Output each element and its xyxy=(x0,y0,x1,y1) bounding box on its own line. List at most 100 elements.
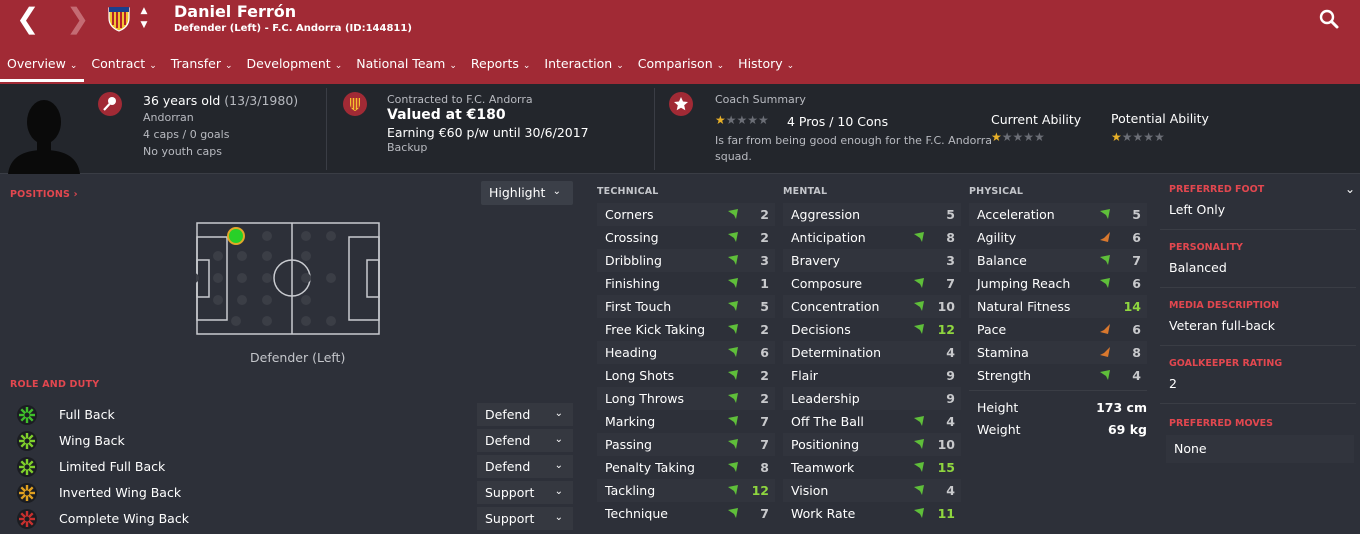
attribute-row-bravery[interactable]: Bravery 3 xyxy=(783,249,961,272)
role-row-wing-back[interactable]: Wing Back Defend ⌄ xyxy=(16,429,576,456)
duty-dropdown[interactable]: Support ⌄ xyxy=(477,481,573,504)
highlight-dropdown[interactable]: Highlight ⌄ xyxy=(481,181,573,205)
attribute-value: 4 xyxy=(946,345,955,360)
attribute-name: Off The Ball xyxy=(791,414,864,429)
attribute-name: Finishing xyxy=(605,276,660,291)
attribute-value: 4 xyxy=(1132,368,1141,383)
arrow-up-icon xyxy=(727,484,739,496)
attribute-name: Aggression xyxy=(791,207,861,222)
arrow-up-icon xyxy=(727,300,739,312)
duty-dropdown[interactable]: Defend ⌄ xyxy=(477,429,573,452)
attribute-row-tackling[interactable]: Tackling 12 xyxy=(597,479,775,502)
coach-star-icon xyxy=(669,92,693,116)
attribute-value: 2 xyxy=(760,391,769,406)
tab-development[interactable]: Development ⌄ xyxy=(240,50,350,84)
attribute-row-balance[interactable]: Balance 7 xyxy=(969,249,1147,272)
arrow-up-icon xyxy=(727,507,739,519)
attribute-row-passing[interactable]: Passing 7 xyxy=(597,433,775,456)
role-row-inverted-wing-back[interactable]: Inverted Wing Back Support ⌄ xyxy=(16,481,576,508)
attribute-row-agility[interactable]: Agility 6 xyxy=(969,226,1147,249)
attribute-row-vision[interactable]: Vision 4 xyxy=(783,479,961,502)
current-ability-stars: ★★★★★ xyxy=(991,130,1045,144)
tab-comparison[interactable]: Comparison ⌄ xyxy=(631,50,731,84)
attribute-value: 6 xyxy=(760,345,769,360)
role-row-limited-full-back[interactable]: Limited Full Back Defend ⌄ xyxy=(16,455,576,482)
tab-contract[interactable]: Contract ⌄ xyxy=(84,50,163,84)
tab-national-team[interactable]: National Team ⌄ xyxy=(349,50,464,84)
attribute-name: Natural Fitness xyxy=(977,299,1071,314)
attribute-row-corners[interactable]: Corners 2 xyxy=(597,203,775,226)
divider xyxy=(1160,403,1356,404)
arrow-down-icon xyxy=(1099,346,1111,358)
duty-dropdown[interactable]: Support ⌄ xyxy=(477,507,573,530)
no-arrow xyxy=(913,254,925,266)
attribute-row-teamwork[interactable]: Teamwork 15 xyxy=(783,456,961,479)
attribute-row-first-touch[interactable]: First Touch 5 xyxy=(597,295,775,318)
attribute-name: Marking xyxy=(605,414,656,429)
attribute-row-pace[interactable]: Pace 6 xyxy=(969,318,1147,341)
attribute-row-positioning[interactable]: Positioning 10 xyxy=(783,433,961,456)
attribute-name: Jumping Reach xyxy=(977,276,1071,291)
attribute-row-long-shots[interactable]: Long Shots 2 xyxy=(597,364,775,387)
attribute-value: 9 xyxy=(946,391,955,406)
wage-line: Earning €60 p/w until 30/6/2017 xyxy=(387,125,589,140)
arrow-up-icon xyxy=(1099,277,1111,289)
attribute-row-leadership[interactable]: Leadership 9 xyxy=(783,387,961,410)
height-row: Height 173 cm xyxy=(977,400,1147,415)
attribute-row-free-kick-taking[interactable]: Free Kick Taking 2 xyxy=(597,318,775,341)
attribute-row-determination[interactable]: Determination 4 xyxy=(783,341,961,364)
tab-reports[interactable]: Reports ⌄ xyxy=(464,50,538,84)
attribute-row-crossing[interactable]: Crossing 2 xyxy=(597,226,775,249)
attribute-row-flair[interactable]: Flair 9 xyxy=(783,364,961,387)
technical-title: TECHNICAL xyxy=(597,186,659,197)
player-switcher-icon[interactable]: ▲ ▼ xyxy=(137,4,151,34)
duty-dropdown[interactable]: Defend ⌄ xyxy=(477,455,573,478)
attribute-row-technique[interactable]: Technique 7 xyxy=(597,502,775,525)
arrow-up-icon xyxy=(727,369,739,381)
attribute-row-aggression[interactable]: Aggression 5 xyxy=(783,203,961,226)
attribute-value: 4 xyxy=(946,483,955,498)
attribute-name: Flair xyxy=(791,368,818,383)
back-arrow-icon[interactable]: ❮ xyxy=(16,5,44,34)
role-row-full-back[interactable]: Full Back Defend ⌄ xyxy=(16,403,576,430)
attribute-row-dribbling[interactable]: Dribbling 3 xyxy=(597,249,775,272)
role-row-complete-wing-back[interactable]: Complete Wing Back Support ⌄ xyxy=(16,507,576,534)
chevron-down-icon[interactable]: ⌄ xyxy=(1345,182,1355,196)
attribute-row-heading[interactable]: Heading 6 xyxy=(597,341,775,364)
attribute-row-stamina[interactable]: Stamina 8 xyxy=(969,341,1147,364)
duty-dropdown[interactable]: Defend ⌄ xyxy=(477,403,573,426)
attribute-row-marking[interactable]: Marking 7 xyxy=(597,410,775,433)
club-crest-icon[interactable] xyxy=(107,6,131,32)
personality-value: Balanced xyxy=(1169,260,1227,275)
attribute-value: 3 xyxy=(760,253,769,268)
tab-overview[interactable]: Overview ⌄ xyxy=(0,50,85,84)
arrow-up-icon xyxy=(727,392,739,404)
tab-history[interactable]: History ⌄ xyxy=(731,50,801,84)
forward-arrow-icon[interactable]: ❯ xyxy=(66,5,89,34)
attribute-row-jumping-reach[interactable]: Jumping Reach 6 xyxy=(969,272,1147,295)
attribute-value: 7 xyxy=(1132,253,1141,268)
search-icon[interactable] xyxy=(1318,8,1340,30)
preferred-moves-value: None xyxy=(1174,441,1207,456)
attribute-row-finishing[interactable]: Finishing 1 xyxy=(597,272,775,295)
arrow-up-icon xyxy=(913,300,925,312)
attribute-row-acceleration[interactable]: Acceleration 5 xyxy=(969,203,1147,226)
attribute-row-penalty-taking[interactable]: Penalty Taking 8 xyxy=(597,456,775,479)
positions-title[interactable]: POSITIONS › xyxy=(10,189,78,200)
attribute-value: 9 xyxy=(946,368,955,383)
attribute-row-strength[interactable]: Strength 4 xyxy=(969,364,1147,387)
attribute-row-decisions[interactable]: Decisions 12 xyxy=(783,318,961,341)
attribute-name: Vision xyxy=(791,483,829,498)
attribute-row-anticipation[interactable]: Anticipation 8 xyxy=(783,226,961,249)
tab-interaction[interactable]: Interaction ⌄ xyxy=(537,50,630,84)
attribute-row-natural-fitness[interactable]: Natural Fitness 14 xyxy=(969,295,1147,318)
player-subtitle: Defender (Left) - F.C. Andorra (ID:14481… xyxy=(174,23,412,34)
current-ability-label: Current Ability xyxy=(991,112,1082,127)
coach-summary-title: Coach Summary xyxy=(715,93,806,106)
attribute-row-concentration[interactable]: Concentration 10 xyxy=(783,295,961,318)
attribute-row-work-rate[interactable]: Work Rate 11 xyxy=(783,502,961,525)
attribute-row-composure[interactable]: Composure 7 xyxy=(783,272,961,295)
tab-transfer[interactable]: Transfer ⌄ xyxy=(164,50,240,84)
attribute-row-long-throws[interactable]: Long Throws 2 xyxy=(597,387,775,410)
attribute-row-off-the-ball[interactable]: Off The Ball 4 xyxy=(783,410,961,433)
